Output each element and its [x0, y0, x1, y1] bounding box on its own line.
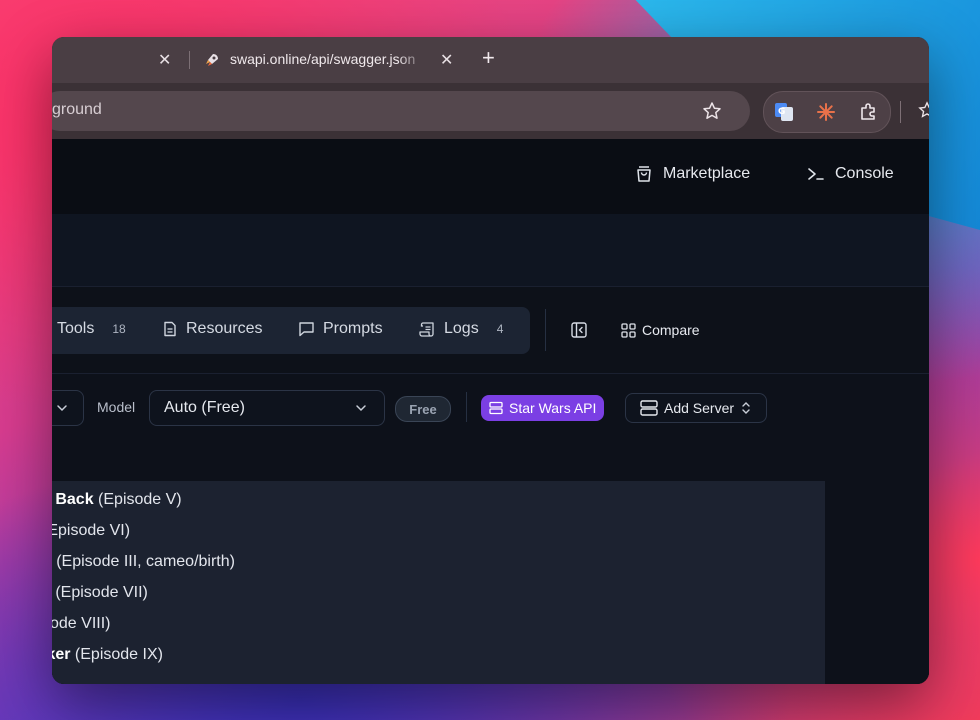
address-bar[interactable]: ground — [52, 91, 750, 131]
browser-window: ✕ swapi.online/api/swagger.json ✕ + grou… — [52, 37, 929, 684]
model-toolbar: Model Auto (Free) Free Star Wars API Add… — [52, 373, 929, 461]
marketplace-label: Marketplace — [663, 165, 751, 182]
server-icon — [640, 400, 658, 416]
tab-logs-label: Logs — [444, 320, 479, 337]
document-icon — [164, 321, 176, 337]
sparkle-extension-icon[interactable] — [816, 102, 836, 122]
message-line: lker (Episode IX) — [52, 646, 163, 663]
tabs-divider — [545, 309, 546, 351]
header-band — [52, 214, 929, 286]
chevron-down-icon — [57, 405, 67, 412]
active-server-label: Star Wars API — [509, 400, 597, 416]
tab-prompts-label: Prompts — [323, 320, 383, 337]
bookmarks-star-icon[interactable] — [918, 101, 929, 119]
active-tab-close-icon[interactable]: ✕ — [440, 50, 453, 70]
previous-tab-close-icon[interactable]: ✕ — [158, 50, 171, 70]
console-link[interactable]: Console — [807, 165, 894, 183]
tab-tools[interactable]: Tools 18 — [57, 320, 126, 338]
browser-toolbar: ground G — [52, 83, 929, 139]
tab-resources-label: Resources — [186, 320, 263, 337]
tab-tools-label: Tools — [57, 320, 95, 337]
marketplace-link[interactable]: Marketplace — [635, 165, 750, 183]
inspector-tabs: Tools 18 Resources Prompts Logs 4 — [52, 307, 530, 354]
chevrons-up-down-icon — [742, 402, 750, 414]
app-viewport: Marketplace Console Tools 18 Resources P… — [52, 139, 929, 684]
svg-text:G: G — [778, 107, 785, 117]
address-text[interactable]: ground — [52, 101, 102, 119]
chat-area: s Back (Episode V) (Episode VI) h (Episo… — [52, 459, 929, 684]
tab-logs-count: 4 — [496, 322, 504, 336]
message-line: s (Episode VII) — [52, 584, 148, 601]
toolbar-divider — [466, 392, 467, 422]
toolbar-divider — [900, 101, 901, 123]
server-icon — [489, 401, 503, 415]
tab-separator — [189, 51, 190, 69]
console-label: Console — [835, 165, 894, 182]
message-line: sode VIII) — [52, 615, 111, 632]
add-server-label: Add Server — [664, 400, 735, 416]
free-badge: Free — [395, 396, 451, 422]
add-server-button[interactable]: Add Server — [625, 393, 768, 423]
active-tab-title[interactable]: swapi.online/api/swagger.json — [230, 51, 427, 67]
panel-collapse-icon[interactable] — [571, 322, 587, 338]
translate-extension-icon[interactable]: G — [774, 102, 794, 122]
tab-prompts[interactable]: Prompts — [298, 320, 383, 338]
tab-logs[interactable]: Logs 4 — [419, 320, 503, 338]
terminal-icon — [808, 168, 824, 180]
new-tab-button[interactable]: + — [482, 47, 495, 69]
compare-label: Compare — [642, 322, 700, 338]
message-line: h (Episode III, cameo/birth) — [52, 553, 235, 570]
scroll-text-icon — [419, 322, 434, 337]
tab-resources[interactable]: Resources — [162, 320, 262, 338]
top-navigation: Marketplace Console — [52, 139, 929, 214]
provider-select[interactable] — [52, 390, 84, 426]
message-line: (Episode VI) — [52, 522, 131, 539]
model-label: Model — [97, 399, 136, 415]
extensions-puzzle-icon[interactable] — [858, 102, 878, 122]
message-square-icon — [299, 322, 314, 337]
rocket-favicon-icon — [206, 54, 218, 66]
tab-row: Tools 18 Resources Prompts Logs 4 Compar… — [52, 286, 929, 374]
bookmark-star-icon[interactable] — [702, 101, 722, 121]
active-server-chip[interactable]: Star Wars API — [481, 395, 605, 421]
tab-tools-count: 18 — [112, 322, 126, 336]
model-value: Auto (Free) — [164, 399, 245, 416]
chevron-down-icon — [356, 405, 366, 412]
compare-button[interactable]: Compare — [621, 322, 700, 338]
model-select[interactable]: Auto (Free) — [149, 390, 385, 426]
assistant-message: s Back (Episode V) (Episode VI) h (Episo… — [52, 481, 825, 684]
message-line: s Back (Episode V) — [52, 491, 182, 508]
extensions-group: G — [763, 91, 891, 133]
shopping-bag-icon — [637, 166, 651, 182]
grid-icon — [621, 322, 636, 338]
tab-strip: ✕ swapi.online/api/swagger.json ✕ + — [52, 37, 929, 83]
